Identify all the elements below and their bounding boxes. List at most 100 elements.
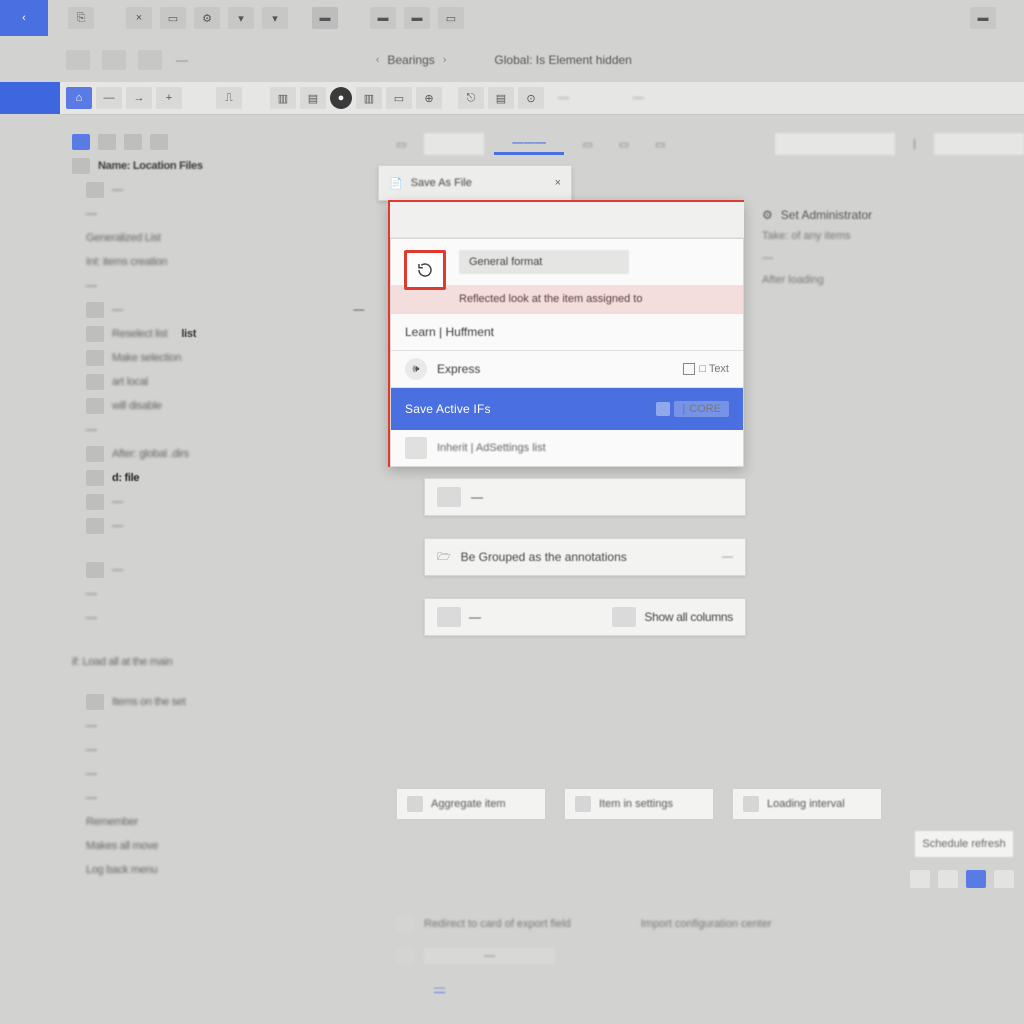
sidebar-item-6[interactable]: Reselect listlist (82, 322, 368, 346)
top-tool-10[interactable]: ▭ (438, 7, 464, 29)
sidebar-item-label: — (86, 208, 97, 220)
tab-right-2[interactable] (934, 133, 1024, 155)
top-tool-9[interactable]: ▬ (404, 7, 430, 29)
sidebar-item-3[interactable]: Int: items creation (82, 250, 368, 274)
app-top-strip: ‹ ⎘ × ▭ ⚙ ▾ ▾ ▬ ▬ ▬ ▭ ▬ (0, 0, 1024, 36)
tab-2[interactable] (424, 133, 484, 155)
grid-icon[interactable] (124, 134, 142, 150)
bc-icon-3[interactable] (138, 50, 162, 70)
sidebar-item-14[interactable]: — (82, 514, 368, 538)
sidebar-foot-item-2[interactable]: — (82, 738, 368, 762)
top-tool-6[interactable]: ▾ (262, 7, 288, 29)
top-tool-3[interactable]: ▭ (160, 7, 186, 29)
sidebar-head-1[interactable]: Name: Location Files (68, 154, 368, 178)
sidebar-foot-item-0[interactable]: Items on the set (82, 690, 368, 714)
status-dot-3-active[interactable] (966, 870, 986, 888)
right-panel-line-2[interactable]: After loading (756, 274, 1016, 296)
sidebar-foot-item-7[interactable]: Log back menu (82, 858, 368, 882)
sidebar-item-8[interactable]: art local (82, 370, 368, 394)
tab-1[interactable]: ▭ (388, 133, 414, 155)
breadcrumb: — ‹ Bearings › Global: Is Element hidden (60, 48, 1024, 72)
checkbox-icon[interactable] (683, 363, 695, 375)
sidebar-foot-item-5[interactable]: Remember (82, 810, 368, 834)
tab-icon-3[interactable]: ▭ (647, 133, 673, 155)
popup-item-express[interactable]: 🕪 Express □ Text (391, 351, 743, 387)
close-icon[interactable]: × (555, 177, 561, 189)
sidebar-foot-item-6[interactable]: Makes all move (82, 834, 368, 858)
bottom-schedule-chip[interactable]: Schedule refresh (914, 830, 1014, 858)
right-panel-line-0[interactable]: Take: of any items (756, 230, 1016, 252)
popup-item-selected[interactable]: Save Active IFs | CORE (391, 388, 743, 430)
floating-file-tab[interactable]: 📄 Save As File × (378, 165, 572, 201)
sidebar-item-11[interactable]: After: global .dirs (82, 442, 368, 466)
list-icon[interactable] (98, 134, 116, 150)
ribbon-btn-4[interactable]: + (156, 87, 182, 109)
folder-icon[interactable] (72, 134, 90, 150)
sidebar-item-4[interactable]: — (82, 274, 368, 298)
ribbon-btn-13[interactable]: ▤ (488, 87, 514, 109)
sidebar-item-16[interactable]: — (82, 582, 368, 606)
sidebar-item-10[interactable]: — (82, 418, 368, 442)
status-dot-4[interactable] (994, 870, 1014, 888)
status-dot-1[interactable] (910, 870, 930, 888)
sidebar-item-9[interactable]: will disable (82, 394, 368, 418)
sidebar-item-2[interactable]: Generalized List (82, 226, 368, 250)
tab-icon-2[interactable]: ▭ (611, 133, 637, 155)
right-panel-line-1[interactable]: — (756, 252, 1016, 274)
bc-label-1: — (176, 53, 188, 67)
popup-item-learn[interactable]: Learn | Huffment (391, 314, 743, 350)
ribbon-btn-6[interactable]: ▥ (270, 87, 296, 109)
sidebar-item-17[interactable]: — (82, 606, 368, 630)
card-3[interactable]: — Show all columns (424, 598, 746, 636)
bottom-btn-1[interactable]: Aggregate item (396, 788, 546, 820)
sidebar-item-12[interactable]: d: file (82, 466, 368, 490)
ribbon-btn-8-circle[interactable]: ● (330, 87, 352, 109)
bc-icon-1[interactable] (66, 50, 90, 70)
ribbon-btn-9[interactable]: ▥ (356, 87, 382, 109)
tab-icon-1[interactable]: ▭ (574, 133, 600, 155)
bc-icon-2[interactable] (102, 50, 126, 70)
card-1[interactable]: — (424, 478, 746, 516)
status-dot-2[interactable] (938, 870, 958, 888)
card-2[interactable]: 🗁 Be Grouped as the annotations — (424, 538, 746, 576)
sidebar-foot-item-1[interactable]: — (82, 714, 368, 738)
bottom-btn-2[interactable]: Item in settings (564, 788, 714, 820)
popup-item-inherit[interactable]: Inherit | AdSettings list (391, 430, 743, 466)
tab-active[interactable]: ——— (494, 133, 564, 155)
sidebar-item-0[interactable]: — (82, 178, 368, 202)
footer-link[interactable]: — (434, 982, 445, 994)
ribbon-btn-14[interactable]: ⊙ (518, 87, 544, 109)
top-tool-8[interactable]: ▬ (370, 7, 396, 29)
ribbon-btn-7[interactable]: ▤ (300, 87, 326, 109)
sidebar-item-13[interactable]: — (82, 490, 368, 514)
sidebar-foot-item-3[interactable]: — (82, 762, 368, 786)
top-tool-2[interactable]: × (126, 7, 152, 29)
ribbon-btn-5[interactable]: ⎍ (216, 87, 242, 109)
ribbon-btn-10[interactable]: ▭ (386, 87, 412, 109)
bottom-btn-3[interactable]: Loading interval (732, 788, 882, 820)
highlighted-refresh-icon[interactable] (404, 250, 446, 290)
tab-right-1[interactable] (775, 133, 895, 155)
sidebar-item-7[interactable]: Make selection (82, 346, 368, 370)
ribbon-btn-3[interactable]: → (126, 87, 152, 109)
ribbon-text-2: — (633, 92, 644, 104)
footer-line-3[interactable]: — (396, 976, 984, 1000)
top-tool-11[interactable]: ▬ (970, 7, 996, 29)
top-tool-4[interactable]: ⚙ (194, 7, 220, 29)
popup-item-express-right[interactable]: □ Text (683, 363, 729, 375)
sidebar-item-15[interactable]: — (82, 558, 368, 582)
ribbon-btn-home[interactable]: ⌂ (66, 87, 92, 109)
footer-line-2[interactable]: — (396, 944, 984, 968)
sidebar-item-1[interactable]: — (82, 202, 368, 226)
dots-icon[interactable] (150, 134, 168, 150)
top-tool-5[interactable]: ▾ (228, 7, 254, 29)
top-tool-1[interactable]: ⎘ (68, 7, 94, 29)
top-tool-7-active[interactable]: ▬ (312, 7, 338, 29)
sidebar-foot-item-4[interactable]: — (82, 786, 368, 810)
ribbon-btn-11[interactable]: ⊕ (416, 87, 442, 109)
bc-label-2[interactable]: Bearings (387, 53, 434, 67)
ribbon-btn-2[interactable]: ― (96, 87, 122, 109)
back-chip[interactable]: ‹ (0, 0, 48, 36)
ribbon-btn-12[interactable]: ⎋ (458, 87, 484, 109)
sidebar-item-5[interactable]: —— (82, 298, 368, 322)
